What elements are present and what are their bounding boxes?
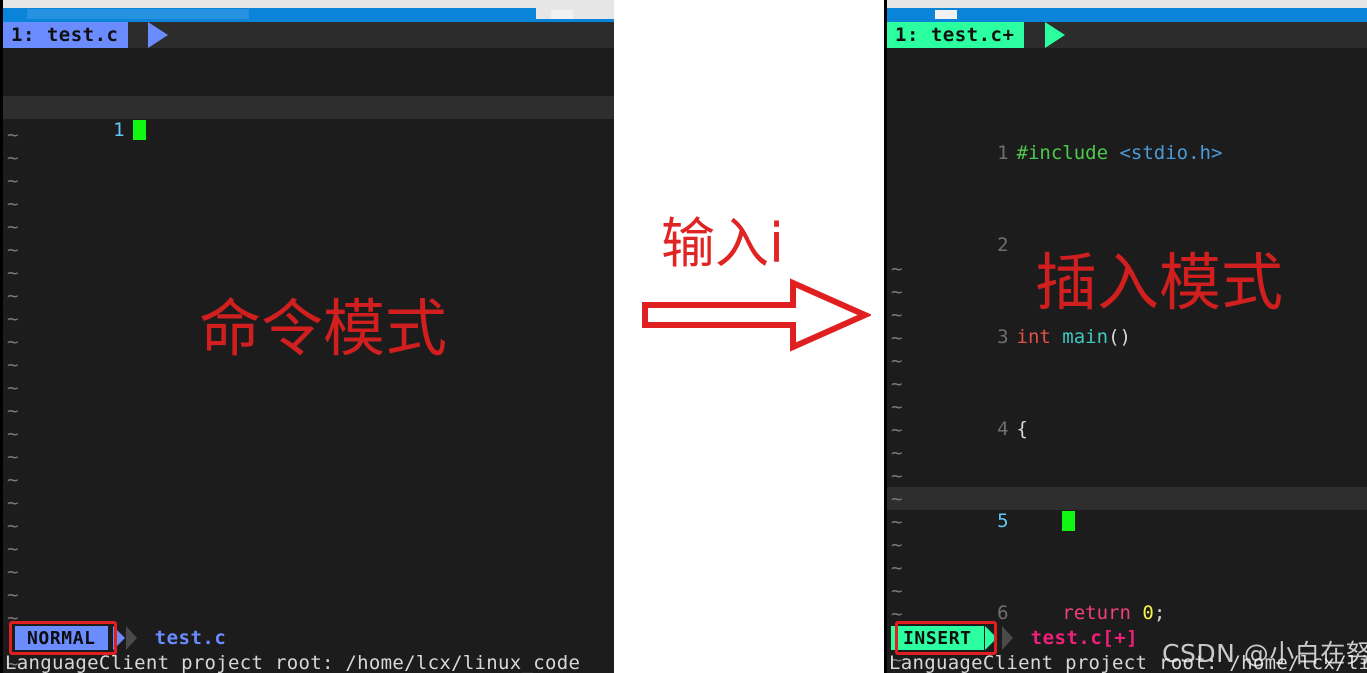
buffer-tab-label: 1: test.c <box>11 24 119 46</box>
tilde-row: ~ <box>7 170 19 192</box>
tilde-row: ~ <box>891 580 903 602</box>
tilde-row: ~ <box>7 469 19 491</box>
buffer-tab-arrow-icon <box>148 22 168 48</box>
insert-mode-panel: 1: test.c+ 1 #include <stdio.h> 2 3 int ma… <box>884 0 1367 673</box>
buffer-tab-test-c[interactable]: 1: test.c+ <box>887 22 1025 48</box>
buffer-tabline: 1: test.c+ <box>887 22 1367 48</box>
tilde-row: ~ <box>891 488 903 510</box>
tilde-row: ~ <box>7 262 19 284</box>
tilde-row: ~ <box>7 561 19 583</box>
tilde-filler-column: ~~~~~~~~~~~~~~~~~~~~~~~~ <box>3 78 614 673</box>
window-titlebar <box>3 0 614 22</box>
watermark: CSDN @小白在努力jy <box>1162 639 1367 668</box>
command-mode-panel: 1: test.c 1 ~~~~~~~~~~~~~~~~~~~~~~~~ 命令模… <box>0 0 614 673</box>
tilde-row: ~ <box>891 396 903 418</box>
tilde-row: ~ <box>7 423 19 445</box>
buffer-tab-label: 1: test.c+ <box>895 24 1015 46</box>
window-titlebar <box>887 0 1367 22</box>
screenshot-root: 1: test.c 1 ~~~~~~~~~~~~~~~~~~~~~~~~ 命令模… <box>0 0 1367 673</box>
buffer-tab-test-c[interactable]: 1: test.c <box>3 22 129 48</box>
tilde-row: ~ <box>891 511 903 533</box>
tilde-row: ~ <box>891 465 903 487</box>
tilde-row: ~ <box>7 377 19 399</box>
tilde-row: ~ <box>7 216 19 238</box>
status-separator-icon <box>125 626 137 650</box>
tilde-row: ~ <box>891 557 903 579</box>
buffer-tabline: 1: test.c <box>3 22 614 48</box>
status-line: NORMAL test.c <box>3 625 614 651</box>
status-separator-icon <box>1001 626 1013 650</box>
tilde-row: ~ <box>891 373 903 395</box>
tilde-row: ~ <box>7 400 19 422</box>
tilde-row: ~ <box>7 538 19 560</box>
command-line-output: LanguageClient project root: /home/lcx/l… <box>5 652 581 673</box>
tilde-row: ~ <box>7 492 19 514</box>
right-arrow-icon <box>642 278 871 352</box>
tilde-row: ~ <box>891 442 903 464</box>
tilde-row: ~ <box>891 327 903 349</box>
tilde-row: ~ <box>7 124 19 146</box>
status-filename: test.c <box>154 627 227 649</box>
tilde-row: ~ <box>7 515 19 537</box>
command-mode-caption: 命令模式 <box>199 292 448 365</box>
line-number: 1 <box>997 142 1009 164</box>
status-mode-arrow-icon <box>985 626 997 650</box>
transition-label: 输入i <box>661 212 785 275</box>
status-mode-indicator: NORMAL <box>15 626 108 650</box>
status-mode-label: INSERT <box>903 627 972 649</box>
status-filename: test.c[+] <box>1030 627 1139 649</box>
tilde-row: ~ <box>891 419 903 441</box>
buffer-tab-arrow-icon <box>1045 22 1065 48</box>
tilde-row: ~ <box>891 350 903 372</box>
tilde-row: ~ <box>7 147 19 169</box>
tilde-row: ~ <box>7 239 19 261</box>
tilde-row: ~ <box>891 603 903 625</box>
code-line[interactable]: 1 #include <stdio.h> <box>887 119 1367 164</box>
status-mode-indicator: INSERT <box>891 626 984 650</box>
status-mode-label: NORMAL <box>27 627 96 649</box>
tilde-row: ~ <box>7 193 19 215</box>
insert-mode-caption: 插入模式 <box>1035 246 1284 319</box>
code-line-text: #include <stdio.h> <box>1016 142 1223 164</box>
status-mode-arrow-icon <box>113 626 125 650</box>
tilde-row: ~ <box>7 446 19 468</box>
tilde-row: ~ <box>7 584 19 606</box>
tilde-row: ~ <box>891 534 903 556</box>
